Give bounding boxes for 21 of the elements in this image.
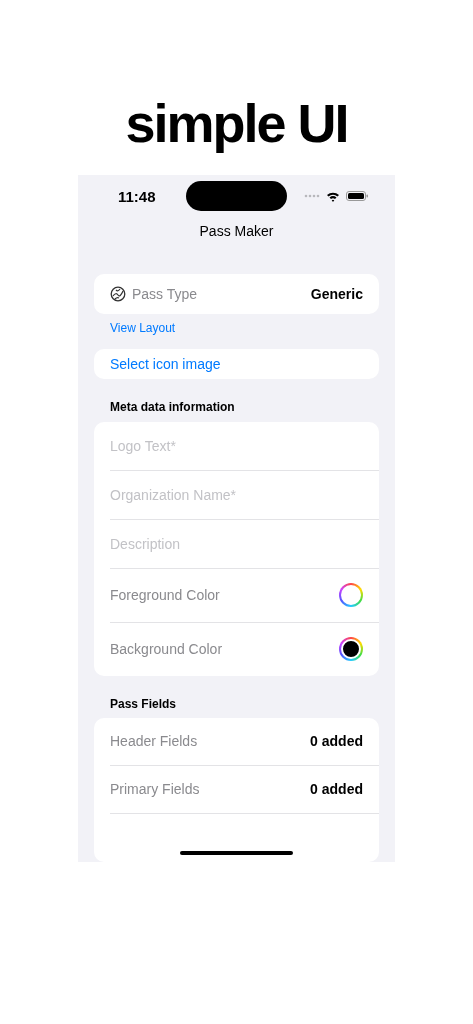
pass-type-label: Pass Type	[132, 285, 198, 302]
field-count: 0 added	[310, 781, 363, 798]
pass-type-row[interactable]: Pass Type Generic	[94, 273, 379, 314]
field-label[interactable]: Header Fields	[110, 733, 198, 750]
select-icon-button[interactable]: Select icon image	[94, 349, 379, 380]
wifi-icon	[326, 190, 340, 202]
section-header: Meta data information	[110, 400, 236, 417]
globe-icon	[110, 285, 126, 302]
color-label: Foreground Color	[110, 587, 220, 604]
battery-icon	[346, 191, 368, 202]
text-input-field[interactable]: Logo Text*	[110, 437, 176, 454]
headline: simple UI	[124, 92, 349, 155]
field-label[interactable]: Primary Fields	[110, 781, 200, 798]
section-header: Pass Fields	[110, 696, 178, 713]
nav-title: Pass Maker	[198, 221, 275, 241]
view-layout-link[interactable]: View Layout	[110, 320, 176, 335]
field-count: 0 added	[310, 733, 363, 750]
status-time: 11:48	[118, 187, 157, 205]
signal-icon	[304, 194, 320, 199]
pass-type-value: Generic	[310, 285, 363, 302]
color-label: Background Color	[110, 641, 223, 658]
